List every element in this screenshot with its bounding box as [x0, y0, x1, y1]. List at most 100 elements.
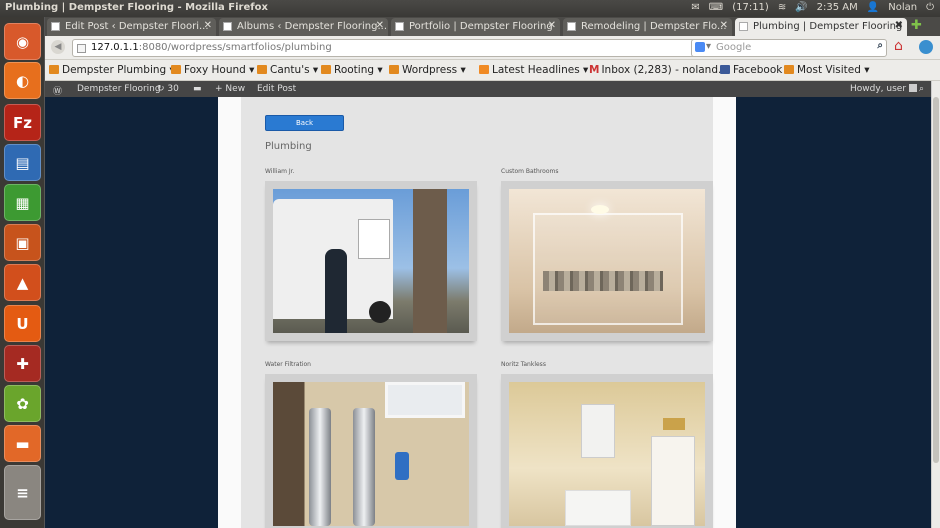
photo-frame[interactable]	[501, 181, 713, 341]
page-icon	[739, 22, 748, 31]
bookmark-inbox[interactable]: M Inbox (2,283) - noland...	[589, 64, 728, 76]
search-engine-dropdown-icon[interactable]: ▾	[706, 41, 711, 52]
bookmark-label: Cantu's	[270, 64, 310, 76]
wp-howdy[interactable]: Howdy, user	[850, 84, 917, 94]
close-tab-icon[interactable]: ✕	[548, 20, 556, 31]
search-icon[interactable]: ⌕	[877, 40, 883, 51]
tab-edit-post[interactable]: Edit Post ‹ Dempster Floori... ✕	[47, 18, 216, 36]
tab-albums[interactable]: Albums ‹ Dempster Flooring... ✕	[219, 18, 388, 36]
new-tab-icon[interactable]: ✚	[911, 18, 922, 33]
gallery-item[interactable]: Water Filtration	[265, 361, 477, 528]
wp-edit-post[interactable]: Edit Post	[257, 84, 296, 94]
photo-truck[interactable]	[273, 189, 469, 333]
bookmark-rooting[interactable]: Rooting ▾	[321, 64, 383, 76]
item-caption: Water Filtration	[265, 361, 311, 368]
close-tab-icon[interactable]: ✖	[895, 20, 903, 31]
user-name[interactable]: Nolan	[888, 2, 917, 13]
tab-plumbing[interactable]: Plumbing | Dempster Flooring ✖	[735, 18, 907, 36]
picasa-icon[interactable]: ✿	[4, 385, 41, 422]
howdy-label: Howdy, user	[850, 84, 907, 94]
bookmark-label: Facebook	[733, 64, 783, 76]
wp-updates[interactable]: ↻ 30	[157, 84, 179, 94]
photo-water-filter[interactable]	[273, 382, 469, 526]
bookmark-dempster-plumbing[interactable]: Dempster Plumbing ▾	[49, 64, 175, 76]
folder-icon	[49, 65, 59, 74]
tab-remodeling[interactable]: Remodeling | Dempster Flo... ✕	[563, 18, 732, 36]
unity-launcher: ◉ ◐ Fz ▤ ▦ ▣ ▲ U ✚ ✿ ▬ ≡	[0, 17, 45, 528]
wp-site-link[interactable]: Dempster Flooring	[77, 84, 161, 94]
wp-new[interactable]: + New	[215, 84, 245, 94]
comments-icon[interactable]: ▬	[193, 84, 202, 94]
close-tab-icon[interactable]: ✕	[376, 20, 384, 31]
writer-icon[interactable]: ▤	[4, 144, 41, 181]
photo-frame[interactable]	[265, 181, 477, 341]
window-title: Plumbing | Dempster Flooring - Mozilla F…	[5, 2, 268, 13]
ubuntu-one-icon[interactable]: U	[4, 305, 41, 342]
software-center-icon[interactable]: ▲	[4, 264, 41, 301]
power-icon[interactable]: ⏻	[926, 2, 934, 13]
close-tab-icon[interactable]: ✕	[720, 20, 728, 31]
bookmark-wordpress[interactable]: Wordpress ▾	[389, 64, 466, 76]
updates-icon: ↻	[157, 84, 165, 94]
scrollbar[interactable]	[931, 81, 940, 528]
back-icon[interactable]: ◀	[51, 40, 65, 54]
home-icon[interactable]: ⌂	[894, 38, 903, 54]
photo-tankless-heater[interactable]	[509, 382, 705, 526]
wheel-shape	[369, 301, 391, 323]
bookmark-most-visited[interactable]: Most Visited ▾	[784, 64, 870, 76]
washer-shape	[565, 490, 631, 526]
window-shape	[385, 382, 465, 418]
settings-icon[interactable]: ✚	[4, 345, 41, 382]
close-tab-icon[interactable]: ✕	[204, 20, 212, 31]
photo-frame[interactable]	[501, 374, 713, 528]
wp-search-icon[interactable]: ⌕	[919, 84, 924, 94]
tab-label: Edit Post ‹ Dempster Floori...	[65, 21, 209, 32]
page-icon	[51, 22, 60, 31]
files-icon[interactable]: ▬	[4, 425, 41, 462]
bookmark-facebook[interactable]: Facebook	[720, 64, 782, 76]
filter-tank-left	[309, 408, 331, 526]
url-bar[interactable]: 127.0.1.1:8080/wordpress/smartfolios/plu…	[72, 39, 734, 57]
volume-icon[interactable]: 🔊	[795, 2, 807, 13]
ceiling-light	[591, 205, 609, 214]
gallery-item[interactable]: Custom Bathrooms	[501, 168, 713, 341]
gallery-content: Back Plumbing William Jr. Custom Bathroo…	[241, 97, 713, 528]
keyboard-icon[interactable]: ⌨	[709, 2, 723, 13]
wifi-icon[interactable]: ≋	[778, 2, 786, 13]
gallery-item[interactable]: William Jr.	[265, 168, 477, 341]
calc-icon[interactable]: ▦	[4, 184, 41, 221]
wordpress-logo-icon[interactable]: Ⓦ	[53, 84, 62, 97]
tab-portfolio[interactable]: Portfolio | Dempster Flooring ✕	[391, 18, 560, 36]
clock[interactable]: 2:35 AM	[817, 2, 858, 13]
tree-trunk	[413, 189, 447, 333]
stacked-apps-icon[interactable]: ≡	[4, 465, 41, 520]
filezilla-icon[interactable]: Fz	[4, 104, 41, 141]
firefox-icon[interactable]: ◐	[4, 62, 41, 99]
chevron-down-icon: ▾	[312, 64, 319, 76]
mail-icon[interactable]: ✉	[691, 2, 699, 13]
addon-icon[interactable]	[919, 40, 933, 54]
gallery-title: Plumbing	[265, 141, 312, 152]
user-icon: 👤	[866, 2, 880, 13]
google-icon	[695, 42, 705, 52]
back-button[interactable]: Back	[265, 115, 344, 131]
page-icon	[223, 22, 232, 31]
facebook-icon	[720, 65, 730, 74]
gallery-item[interactable]: Noritz Tankless	[501, 361, 713, 528]
blue-filter	[395, 452, 409, 480]
tab-label: Portfolio | Dempster Flooring	[409, 21, 553, 32]
tile-strip	[543, 271, 663, 291]
door-shape	[651, 436, 695, 526]
bookmark-cantus[interactable]: Cantu's ▾	[257, 64, 318, 76]
site-identity-icon[interactable]	[77, 44, 86, 53]
chevron-down-icon: ▾	[583, 64, 589, 76]
scrollbar-thumb[interactable]	[933, 97, 939, 463]
bookmark-latest-headlines[interactable]: Latest Headlines ▾	[479, 64, 588, 76]
search-field[interactable]: ▾ Google ⌕	[691, 39, 887, 57]
photo-frame[interactable]	[265, 374, 477, 528]
impress-icon[interactable]: ▣	[4, 224, 41, 261]
ubuntu-dash-icon[interactable]: ◉	[4, 23, 41, 60]
bookmark-foxy-hound[interactable]: Foxy Hound ▾	[171, 64, 254, 76]
photo-bathroom[interactable]	[509, 189, 705, 333]
battery-status[interactable]: (17:11)	[732, 2, 769, 13]
